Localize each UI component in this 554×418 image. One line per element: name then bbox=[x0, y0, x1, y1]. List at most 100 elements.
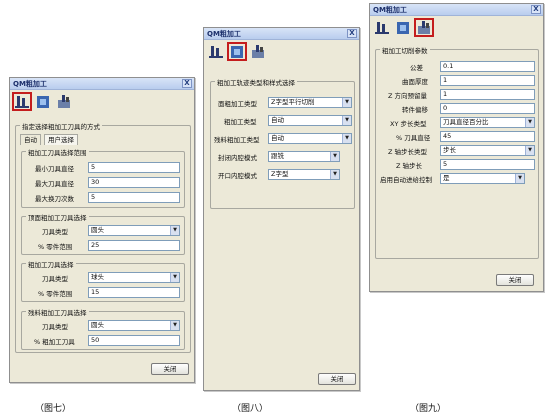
dialog-rough-machining-2: QM粗加工 X 粗加工轨迹类型和样式选择 面粗加工类型 Z字型平行切削 ▼ 粗加… bbox=[203, 27, 360, 391]
rough-tool-pct-input[interactable]: 50 bbox=[88, 335, 180, 346]
dialog-rough-machining-3: QM粗加工 X 粗加工切削参数 公差 0.1 曲面厚度 1 Z 方向预留量 1 … bbox=[369, 3, 544, 292]
path-type-icon[interactable] bbox=[34, 93, 52, 110]
max-tool-change-input[interactable]: 5 bbox=[88, 192, 180, 203]
chevron-down-icon[interactable]: ▼ bbox=[515, 174, 524, 183]
chevron-down-icon[interactable]: ▼ bbox=[342, 134, 351, 143]
window-title: QM粗加工 bbox=[373, 5, 407, 14]
closed-pocket-select[interactable]: 跟铣 ▼ bbox=[268, 151, 340, 162]
dialog-rough-machining-1: QM粗加工 X 指定选择粗加工刀具的方式 自动 用户选择 粗加工刀具选择范围 最… bbox=[9, 77, 195, 383]
select-value: 自动 bbox=[271, 134, 284, 142]
max-diameter-input[interactable]: 30 bbox=[88, 177, 180, 188]
chevron-down-icon[interactable]: ▼ bbox=[342, 98, 351, 107]
chevron-down-icon[interactable]: ▼ bbox=[170, 321, 179, 330]
chevron-down-icon[interactable]: ▼ bbox=[342, 116, 351, 125]
select-value: 跟铣 bbox=[271, 152, 284, 160]
caption-figure-8: （图八） bbox=[232, 404, 269, 414]
min-diameter-input[interactable]: 5 bbox=[88, 162, 180, 173]
row-label: Z 方向预留量 bbox=[388, 92, 428, 100]
cutting-params-icon[interactable] bbox=[55, 93, 73, 110]
z-step-input[interactable]: 5 bbox=[440, 159, 535, 170]
auto-feed-select[interactable]: 是 ▼ bbox=[440, 173, 525, 184]
toolbar bbox=[10, 90, 194, 112]
path-type-icon[interactable] bbox=[394, 19, 412, 36]
row-label: 最小刀具直径 bbox=[35, 165, 74, 173]
surface-thickness-input[interactable]: 1 bbox=[440, 75, 535, 86]
cutting-params-icon[interactable] bbox=[414, 18, 434, 37]
select-value: 是 bbox=[443, 174, 450, 182]
face-rough-type-select[interactable]: Z字型平行切削 ▼ bbox=[268, 97, 352, 108]
row-label: 刀具类型 bbox=[42, 323, 68, 331]
row-label: % 粗加工刀具 bbox=[34, 338, 75, 346]
xy-step-type-select[interactable]: 刀具直径百分比 ▼ bbox=[440, 117, 535, 128]
row-label: XY 步长类型 bbox=[390, 120, 427, 128]
row-label: 开口内腔模式 bbox=[218, 172, 257, 180]
offset-input[interactable]: 0 bbox=[440, 103, 535, 114]
tool-type-select[interactable]: 圆头 ▼ bbox=[88, 225, 180, 236]
tool-type-select[interactable]: 球头 ▼ bbox=[88, 272, 180, 283]
z-allowance-input[interactable]: 1 bbox=[440, 89, 535, 100]
row-label: Z 轴步长类型 bbox=[388, 148, 428, 156]
section-title: 顶面粗加工刀具选择 bbox=[26, 212, 89, 222]
tab-user-select[interactable]: 用户选择 bbox=[44, 134, 78, 145]
tool-diameter-pct-input[interactable]: 45 bbox=[440, 131, 535, 142]
caption-figure-9: （图九） bbox=[410, 404, 447, 414]
tool-selection-icon[interactable] bbox=[12, 92, 32, 111]
close-icon[interactable]: X bbox=[182, 79, 192, 88]
row-label: 最大换刀次数 bbox=[35, 195, 74, 203]
open-pocket-select[interactable]: Z字型 ▼ bbox=[268, 169, 340, 180]
close-icon[interactable]: X bbox=[347, 29, 357, 38]
row-label: % 零件范围 bbox=[38, 243, 73, 251]
tolerance-input[interactable]: 0.1 bbox=[440, 61, 535, 72]
row-label: 封闭内腔模式 bbox=[218, 154, 257, 162]
row-label: 最大刀具直径 bbox=[35, 180, 74, 188]
row-label: % 零件范围 bbox=[38, 290, 73, 298]
select-value: 步长 bbox=[443, 146, 456, 154]
row-label: 曲面厚度 bbox=[402, 78, 428, 86]
close-button[interactable]: 关闭 bbox=[496, 274, 534, 286]
row-label: 残料粗加工类型 bbox=[214, 136, 260, 144]
group-title: 粗加工切削参数 bbox=[380, 45, 430, 55]
chevron-down-icon[interactable]: ▼ bbox=[525, 118, 534, 127]
close-button[interactable]: 关闭 bbox=[151, 363, 189, 375]
row-label: 刀具类型 bbox=[42, 275, 68, 283]
chevron-down-icon[interactable]: ▼ bbox=[330, 152, 339, 161]
select-value: 自动 bbox=[271, 116, 284, 124]
toolbar bbox=[204, 40, 359, 62]
select-value: Z字型 bbox=[271, 170, 289, 178]
chevron-down-icon[interactable]: ▼ bbox=[330, 170, 339, 179]
toolbar bbox=[370, 16, 543, 38]
path-type-icon[interactable] bbox=[227, 42, 247, 61]
title-bar: QM粗加工 X bbox=[204, 28, 359, 40]
section-title: 残料粗加工刀具选择 bbox=[26, 307, 89, 317]
cutting-params-icon[interactable] bbox=[249, 43, 267, 60]
chevron-down-icon[interactable]: ▼ bbox=[170, 273, 179, 282]
row-label: 面粗加工类型 bbox=[218, 100, 257, 108]
tool-selection-icon[interactable] bbox=[373, 19, 391, 36]
select-value: 刀具直径百分比 bbox=[443, 118, 489, 126]
tab-auto[interactable]: 自动 bbox=[20, 134, 41, 145]
title-bar: QM粗加工 X bbox=[370, 4, 543, 16]
select-value: Z字型平行切削 bbox=[271, 98, 315, 106]
chevron-down-icon[interactable]: ▼ bbox=[525, 146, 534, 155]
part-range-input[interactable]: 15 bbox=[88, 287, 180, 298]
tool-type-select[interactable]: 圆头 ▼ bbox=[88, 320, 180, 331]
close-button[interactable]: 关闭 bbox=[318, 373, 356, 385]
chevron-down-icon[interactable]: ▼ bbox=[170, 226, 179, 235]
caption-figure-7: （图七） bbox=[35, 404, 72, 414]
part-range-input[interactable]: 25 bbox=[88, 240, 180, 251]
row-label: 转件偏移 bbox=[402, 106, 428, 114]
section-title: 粗加工刀具选择 bbox=[26, 259, 76, 269]
rough-type-select[interactable]: 自动 ▼ bbox=[268, 115, 352, 126]
close-icon[interactable]: X bbox=[531, 5, 541, 14]
select-value: 圆头 bbox=[91, 226, 104, 234]
row-label: % 刀具直径 bbox=[396, 134, 431, 142]
rest-rough-type-select[interactable]: 自动 ▼ bbox=[268, 133, 352, 144]
window-title: QM粗加工 bbox=[207, 29, 241, 38]
title-bar: QM粗加工 X bbox=[10, 78, 194, 90]
row-label: 粗加工类型 bbox=[224, 118, 257, 126]
row-label: 公差 bbox=[410, 64, 423, 72]
group-title: 指定选择粗加工刀具的方式 bbox=[20, 121, 102, 131]
z-step-type-select[interactable]: 步长 ▼ bbox=[440, 145, 535, 156]
tool-selection-icon[interactable] bbox=[207, 43, 225, 60]
select-value: 球头 bbox=[91, 273, 104, 281]
